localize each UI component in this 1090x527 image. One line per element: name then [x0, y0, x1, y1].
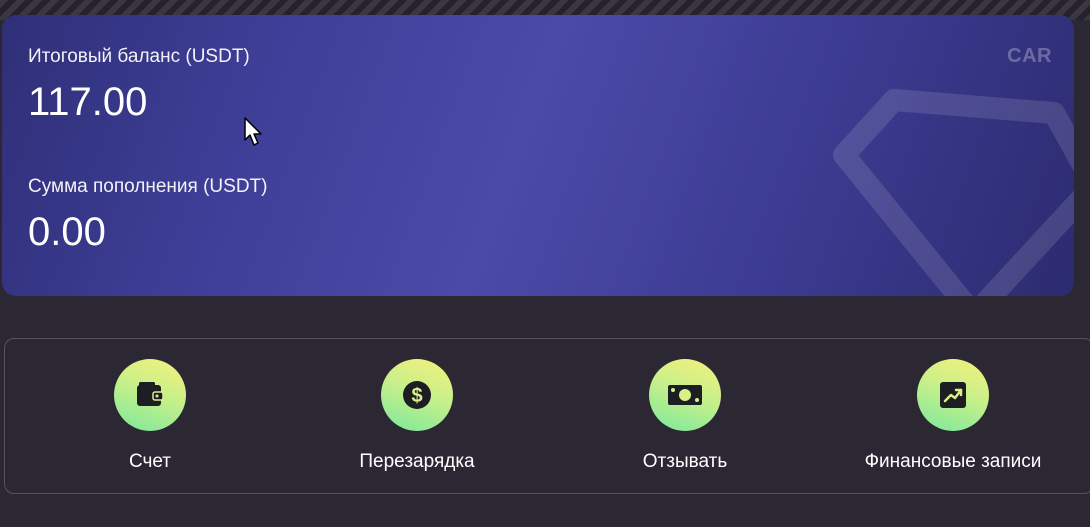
chart-trend-icon [940, 382, 966, 408]
total-balance-section: Итоговый баланс (USDT) 117.00 [28, 46, 250, 125]
total-balance-label: Итоговый баланс (USDT) [28, 46, 250, 67]
account-button[interactable]: Счет [30, 359, 270, 473]
svg-text:$: $ [411, 385, 422, 407]
recharge-button[interactable]: $ Перезарядка [297, 359, 537, 473]
balance-card: CAR Итоговый баланс (USDT) 117.00 Сумма … [2, 15, 1074, 296]
mouse-cursor-icon [244, 117, 262, 146]
wallet-icon [137, 382, 164, 406]
financial-records-button[interactable]: Финансовые записи [833, 359, 1073, 473]
dollar-coin-icon: $ [403, 381, 431, 409]
withdraw-label: Отзывать [642, 451, 728, 472]
total-balance-value: 117.00 [28, 80, 148, 124]
withdraw-icon-circle [649, 359, 721, 431]
financial-records-label: Финансовые записи [864, 451, 1042, 472]
recharge-label: Перезарядка [359, 451, 475, 472]
card-brand: CAR [1007, 45, 1052, 67]
withdraw-button[interactable]: Отзывать [565, 359, 805, 473]
deposit-value: 0.00 [28, 210, 106, 254]
recharge-icon-circle: $ [381, 359, 453, 431]
actions-panel: Счет $ Перезарядка Отзывать Финансовые з… [4, 338, 1090, 494]
account-label: Счет [128, 451, 172, 472]
deposit-label: Сумма пополнения (USDT) [28, 176, 268, 197]
diamond-watermark-icon [833, 89, 1074, 296]
financial-records-icon-circle [917, 359, 989, 431]
account-icon-circle [114, 359, 186, 431]
deposit-section: Сумма пополнения (USDT) 0.00 [28, 176, 267, 255]
cash-icon [668, 385, 702, 405]
